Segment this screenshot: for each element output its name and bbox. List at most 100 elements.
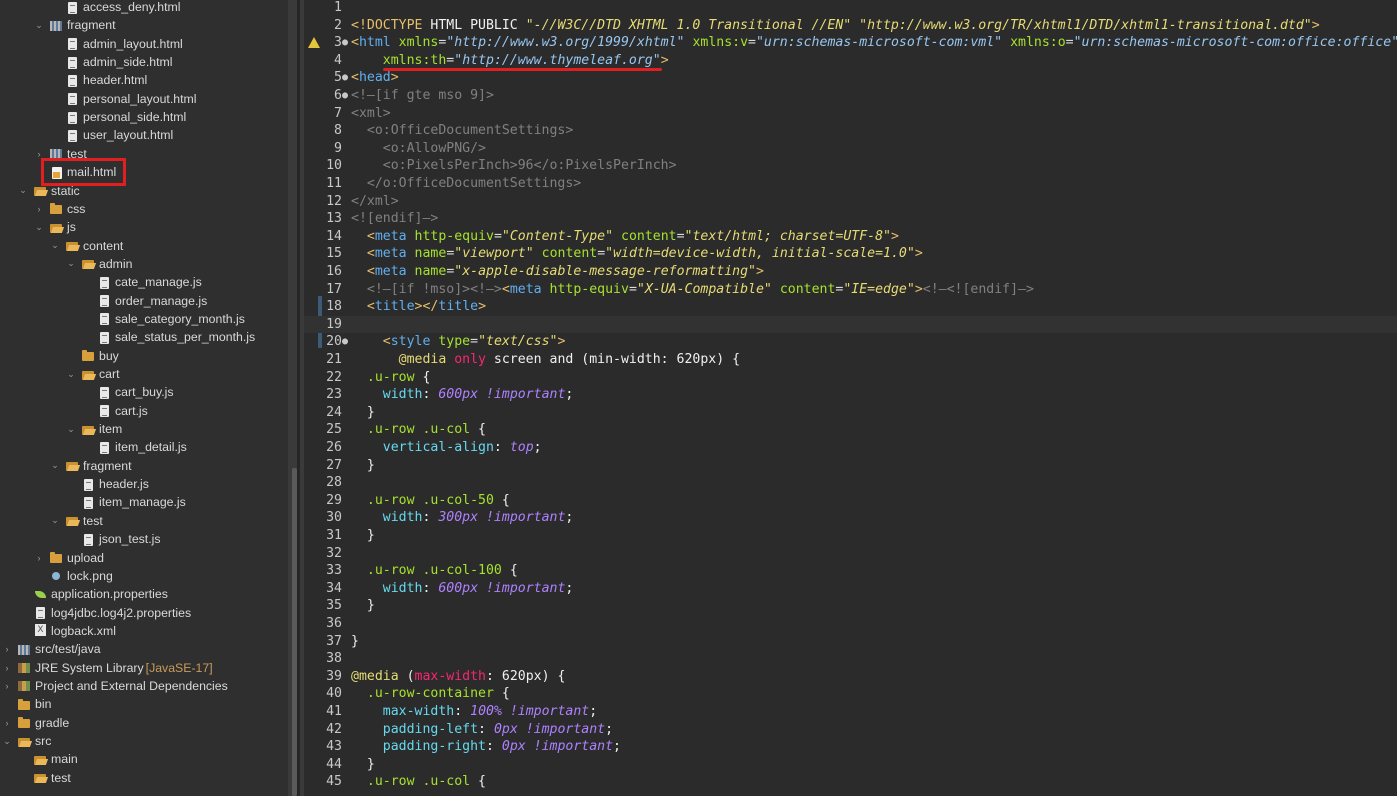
code-editor[interactable]: 1 2 <!DOCTYPE HTML PUBLIC "-//W3C//DTD XHT… — [304, 0, 1397, 796]
expand-chevron-icon[interactable]: ⌄ — [50, 460, 60, 471]
code-line[interactable]: 34 width: 600px !important; — [304, 580, 1397, 598]
code-line[interactable]: 36 — [304, 615, 1397, 633]
code-line[interactable]: 29 .u-row .u-col-50 { — [304, 492, 1397, 510]
code-line[interactable]: 27 } — [304, 457, 1397, 475]
expand-chevron-icon[interactable]: › — [2, 644, 12, 654]
tree-item[interactable]: logback.xml — [0, 622, 288, 640]
tree-item[interactable]: › test — [0, 145, 288, 163]
code-line[interactable]: 40 .u-row-container { — [304, 685, 1397, 703]
expand-chevron-icon[interactable]: ⌄ — [50, 515, 60, 526]
code-line[interactable]: 1 — [304, 0, 1397, 17]
expand-chevron-icon[interactable]: ⌄ — [2, 736, 12, 747]
tree-item[interactable]: order_manage.js — [0, 292, 288, 310]
tree-item[interactable]: › Project and External Dependencies — [0, 677, 288, 695]
code-line[interactable]: 28 — [304, 474, 1397, 492]
code-line[interactable]: 31 } — [304, 527, 1397, 545]
tree-item[interactable]: sale_category_month.js — [0, 310, 288, 328]
code-line[interactable]: 15 <meta name="viewport" content="width=… — [304, 245, 1397, 263]
code-line[interactable]: 22 .u-row { — [304, 369, 1397, 387]
code-line[interactable]: 13 <![endif]—> — [304, 210, 1397, 228]
code-line[interactable]: 23 width: 600px !important; — [304, 386, 1397, 404]
tree-item[interactable]: json_test.js — [0, 530, 288, 548]
code-line[interactable]: 26 vertical-align: top; — [304, 439, 1397, 457]
code-line[interactable]: 10 <o:PixelsPerInch>96</o:PixelsPerInch> — [304, 157, 1397, 175]
code-line[interactable]: 37} — [304, 633, 1397, 651]
expand-chevron-icon[interactable]: ⌄ — [34, 20, 44, 31]
expand-chevron-icon[interactable]: ⌄ — [66, 258, 76, 269]
tree-item[interactable]: ⌄ fragment — [0, 16, 288, 34]
code-line[interactable]: 30 width: 300px !important; — [304, 509, 1397, 527]
code-line[interactable]: 24 } — [304, 404, 1397, 422]
code-line[interactable]: 3 ● <html xmlns = "http://www.w3.org/1999/xh… — [304, 34, 1397, 52]
tree-item[interactable]: ⌄ item — [0, 420, 288, 438]
tree-item[interactable]: admin_layout.html — [0, 35, 288, 53]
code-line[interactable]: 2 <!DOCTYPE HTML PUBLIC "-//W3C//DTD XHTM… — [304, 17, 1397, 35]
expand-chevron-icon[interactable]: › — [34, 149, 44, 159]
code-line[interactable]: 21 @media only screen and (min-width: 62… — [304, 351, 1397, 369]
tree-item[interactable]: buy — [0, 347, 288, 365]
tree-item[interactable]: › upload — [0, 549, 288, 567]
code-line[interactable]: 11 </o:OfficeDocumentSettings> — [304, 175, 1397, 193]
code-line[interactable]: 14 <meta http-equiv="Content-Type" conte… — [304, 228, 1397, 246]
expand-chevron-icon[interactable]: ⌄ — [18, 185, 28, 196]
code-line[interactable]: 17 <!—[if !mso]><!—><meta http-equiv="X-… — [304, 281, 1397, 299]
explorer-scrollbar[interactable] — [292, 468, 297, 796]
tree-item[interactable]: ⌄ admin — [0, 255, 288, 273]
tree-item[interactable]: admin_side.html — [0, 53, 288, 71]
tree-item[interactable]: cart_buy.js — [0, 383, 288, 401]
code-line[interactable]: 38 — [304, 650, 1397, 668]
expand-chevron-icon[interactable]: › — [2, 663, 12, 673]
tree-item[interactable]: cart.js — [0, 402, 288, 420]
tree-item[interactable]: lock.png — [0, 567, 288, 585]
code-line[interactable]: 19 — [304, 315, 1397, 334]
expand-chevron-icon[interactable]: ⌄ — [50, 240, 60, 251]
expand-chevron-icon[interactable]: › — [34, 204, 44, 214]
tree-item[interactable]: item_detail.js — [0, 438, 288, 456]
tree-item[interactable]: › gradle — [0, 714, 288, 732]
code-line[interactable]: 39 @media (max-width: 620px) { — [304, 668, 1397, 686]
tree-item[interactable]: header.js — [0, 475, 288, 493]
tree-item[interactable]: user_layout.html — [0, 126, 288, 144]
code-line[interactable]: 5 ● <head> — [304, 69, 1397, 87]
code-line[interactable]: 32 — [304, 545, 1397, 563]
tree-item[interactable]: header.html — [0, 71, 288, 89]
tree-item[interactable]: personal_layout.html — [0, 90, 288, 108]
tree-item[interactable]: ⌄ src — [0, 732, 288, 750]
code-line[interactable]: 41 max-width: 100% !important; — [304, 703, 1397, 721]
tree-item[interactable]: ⌄ test — [0, 512, 288, 530]
code-line[interactable]: 16 <meta name="x-apple-disable-message-r… — [304, 263, 1397, 281]
code-line[interactable]: 45 .u-row .u-col { — [304, 773, 1397, 791]
fold-marker-icon[interactable]: ● — [342, 69, 350, 87]
code-line[interactable]: 42 padding-left: 0px !important; — [304, 721, 1397, 739]
code-line[interactable]: 43 padding-right: 0px !important; — [304, 738, 1397, 756]
fold-marker-icon[interactable]: ● — [342, 333, 350, 351]
tree-item[interactable]: main — [0, 750, 288, 768]
code-line[interactable]: 18 <title></title> — [304, 298, 1397, 316]
tree-item[interactable]: application.properties — [0, 585, 288, 603]
tree-item[interactable]: access_deny.html — [0, 0, 288, 16]
code-line[interactable]: 35 } — [304, 597, 1397, 615]
tree-item[interactable]: personal_side.html — [0, 108, 288, 126]
tree-item[interactable]: ⌄ js — [0, 218, 288, 236]
tree-item[interactable]: › JRE System Library [JavaSE-17] — [0, 659, 288, 677]
expand-chevron-icon[interactable]: › — [2, 718, 12, 728]
code-line[interactable]: 4 xmlns:th="http://www.thymeleaf.org"> — [304, 52, 1397, 70]
tree-item[interactable]: mail.html — [0, 163, 288, 181]
tree-item[interactable]: cate_manage.js — [0, 273, 288, 291]
code-line[interactable]: 7 <xml> — [304, 105, 1397, 123]
code-line[interactable]: 9 <o:AllowPNG/> — [304, 140, 1397, 158]
expand-chevron-icon[interactable]: ⌄ — [66, 369, 76, 380]
tree-item[interactable]: › css — [0, 200, 288, 218]
code-line[interactable]: 6 ● <!—[if gte mso 9]> — [304, 87, 1397, 105]
tree-item[interactable]: test — [0, 769, 288, 787]
tree-item[interactable]: sale_status_per_month.js — [0, 328, 288, 346]
expand-chevron-icon[interactable]: › — [2, 681, 12, 691]
expand-chevron-icon[interactable]: ⌄ — [66, 424, 76, 435]
tree-item[interactable]: bin — [0, 695, 288, 713]
expand-chevron-icon[interactable]: ⌄ — [34, 222, 44, 233]
tree-item[interactable]: log4jdbc.log4j2.properties — [0, 604, 288, 622]
tree-item[interactable]: ⌄ fragment — [0, 457, 288, 475]
tree-item[interactable]: ⌄ cart — [0, 365, 288, 383]
code-line[interactable]: 33 .u-row .u-col-100 { — [304, 562, 1397, 580]
code-line[interactable]: 25 .u-row .u-col { — [304, 421, 1397, 439]
